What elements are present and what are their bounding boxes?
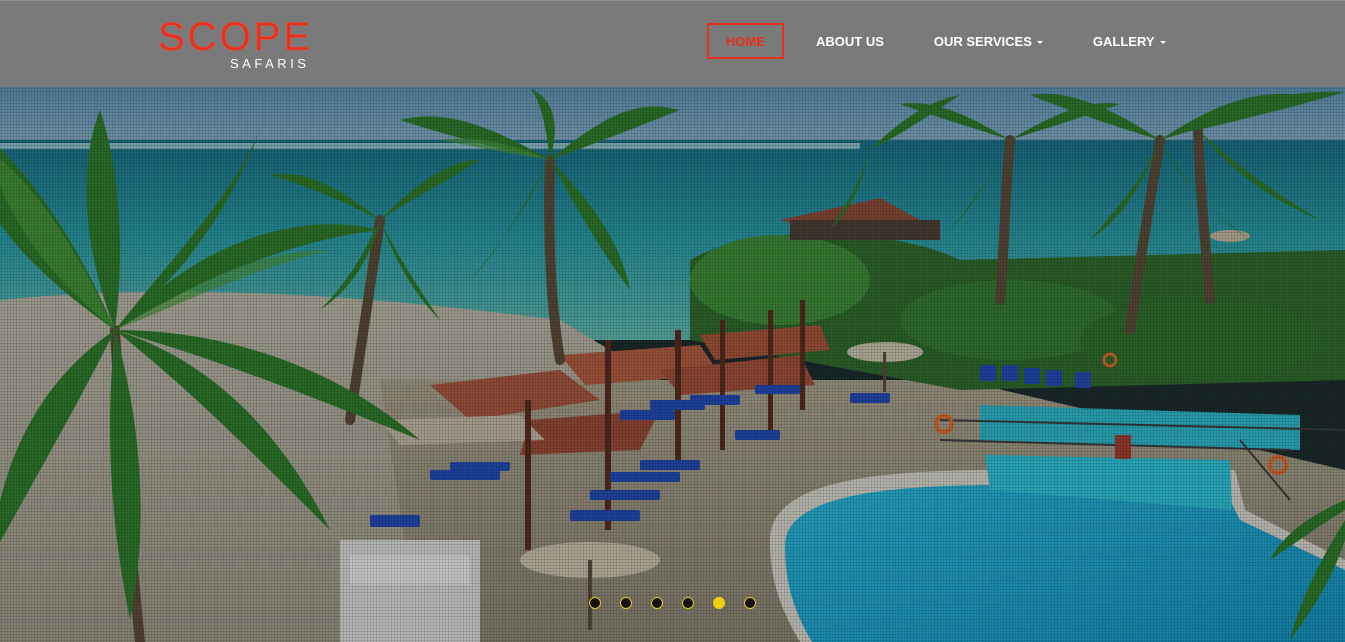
nav-gallery-dropdown[interactable]: GALLERY [1093,23,1166,59]
nav-home-label: HOME [726,33,765,49]
nav-services-label: OUR SERVICES [933,33,1032,49]
carousel-indicator[interactable] [682,597,694,609]
nav-home-link[interactable]: HOME [707,23,784,59]
main-nav: HOME ABOUT US OUR SERVICES GALLERY [707,23,1166,59]
carousel-indicator[interactable] [744,597,756,609]
carousel-indicator[interactable] [620,597,632,609]
nav-about-label: ABOUT US [816,33,884,49]
carousel-indicator[interactable] [713,597,725,609]
caret-down-icon [1159,40,1166,44]
nav-gallery-label: GALLERY [1092,33,1155,49]
brand-tagline: SAFARIS [230,56,310,71]
nav-about-link[interactable]: ABOUT US [816,23,884,59]
nav-services-dropdown[interactable]: OUR SERVICES [934,23,1043,59]
hero-slide-image [0,0,1345,642]
page: SCOPE SAFARIS HOME ABOUT US OUR SERVICES… [0,0,1345,642]
caret-down-icon [1036,40,1043,44]
site-header: SCOPE SAFARIS HOME ABOUT US OUR SERVICES… [0,0,1345,87]
brand-name: SCOPE [158,15,314,60]
carousel-indicator[interactable] [589,597,601,609]
carousel-indicator[interactable] [651,597,663,609]
carousel-indicators [589,597,756,609]
brand-logo-link[interactable]: SCOPE SAFARIS [158,15,318,75]
